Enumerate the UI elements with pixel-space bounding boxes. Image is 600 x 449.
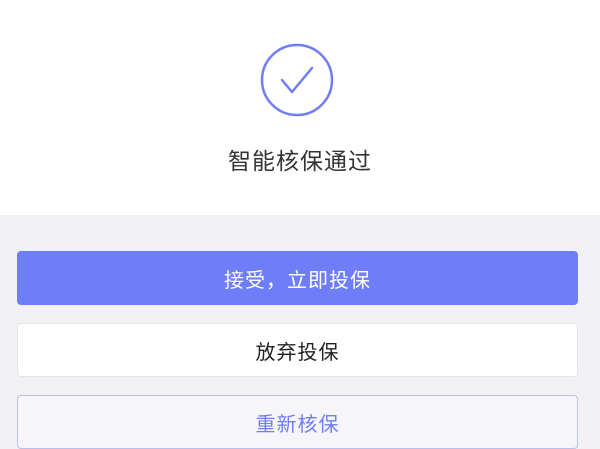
result-title: 智能核保通过: [228, 149, 372, 175]
result-header: 智能核保通过: [0, 0, 600, 215]
check-circle-icon: [260, 43, 334, 117]
accept-insure-button[interactable]: 接受，立即投保: [17, 251, 578, 305]
reunderwrite-button[interactable]: 重新核保: [17, 395, 578, 449]
abandon-insure-button[interactable]: 放弃投保: [17, 323, 578, 377]
